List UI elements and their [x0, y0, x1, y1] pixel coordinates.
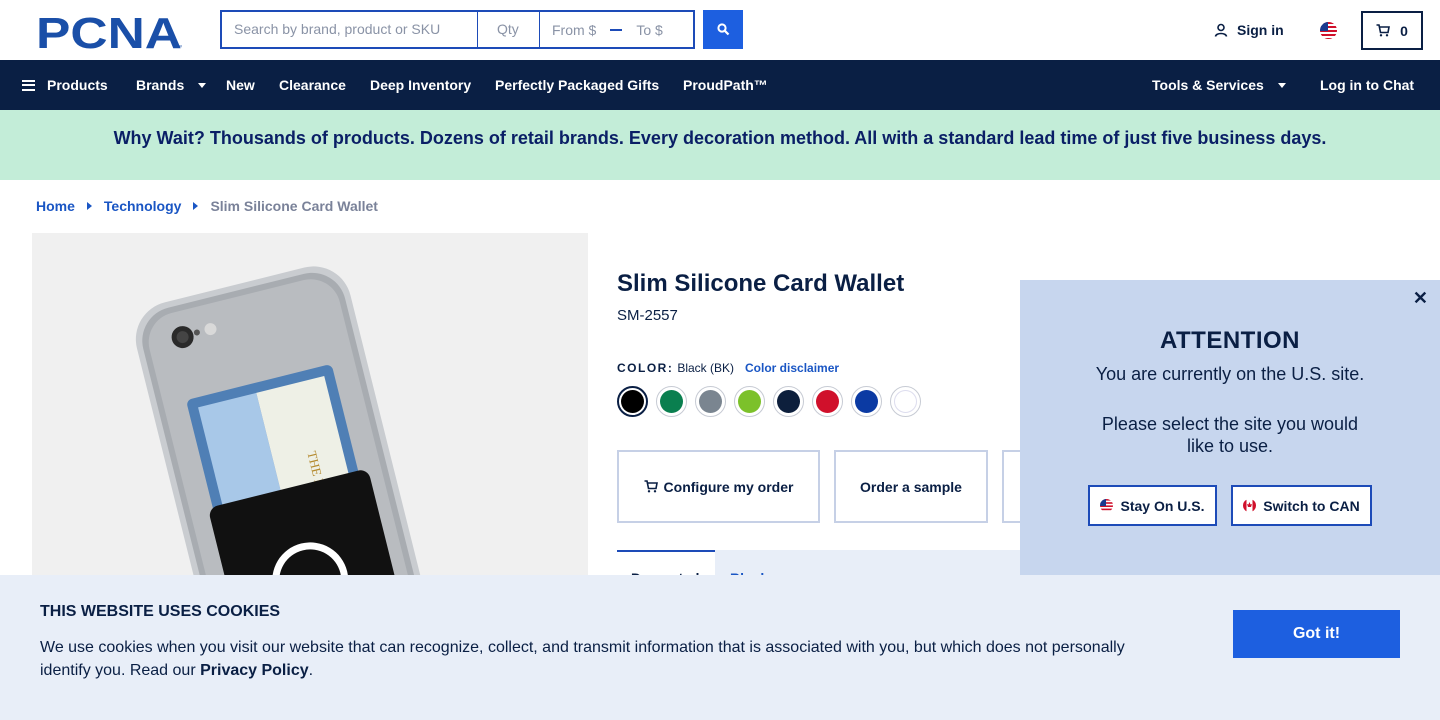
search-icon: [716, 23, 729, 36]
us-flag-icon[interactable]: [1320, 22, 1337, 39]
chevron-down-icon: [1277, 82, 1286, 88]
nav-new-label: New: [226, 77, 255, 93]
nav-deep-inventory[interactable]: Deep Inventory: [370, 60, 471, 110]
chevron-right-icon: [86, 202, 92, 210]
swatch-gray[interactable]: [695, 386, 726, 417]
cookie-period: .: [308, 662, 314, 679]
swatch-lime[interactable]: [734, 386, 765, 417]
pcna-logo[interactable]: PCNA ™: [36, 9, 184, 58]
product-sku: SM-2557: [617, 307, 678, 324]
nav-new[interactable]: New: [226, 60, 255, 110]
product-image[interactable]: THE ROYAL: [32, 233, 588, 633]
breadcrumb: Home Technology Slim Silicone Card Walle…: [36, 198, 378, 214]
nav-tools-services[interactable]: Tools & Services: [1152, 60, 1286, 110]
qty-input[interactable]: Qty: [478, 10, 540, 49]
nav-deep-inventory-label: Deep Inventory: [370, 77, 472, 93]
swatch-dot: [699, 390, 722, 413]
search-bar: Search by brand, product or SKU Qty From…: [220, 10, 743, 49]
swatch-green[interactable]: [656, 386, 687, 417]
color-value: Black (BK): [677, 361, 735, 375]
cookie-title: THIS WEBSITE USES COOKIES: [40, 603, 281, 620]
swatch-black[interactable]: [617, 386, 648, 417]
cart-count: 0: [1400, 22, 1408, 39]
attention-select-site: Please select the site you would like to…: [1101, 414, 1359, 456]
close-icon[interactable]: ✕: [1413, 288, 1428, 309]
swatch-dot: [894, 390, 917, 413]
promo-banner: Why Wait? Thousands of products. Dozens …: [0, 110, 1440, 180]
got-it-button[interactable]: Got it!: [1233, 610, 1400, 658]
swatch-royal-blue[interactable]: [851, 386, 882, 417]
stay-us-label: Stay On U.S.: [1120, 497, 1205, 514]
nav-proudpath[interactable]: ProudPath™: [683, 60, 768, 110]
color-swatches: [617, 386, 921, 417]
privacy-policy-link[interactable]: Privacy Policy: [200, 662, 309, 679]
cart-button[interactable]: 0: [1361, 11, 1423, 50]
price-range: From $ To $: [540, 10, 695, 49]
switch-can-button[interactable]: Switch to CAN: [1231, 485, 1372, 526]
stay-us-button[interactable]: Stay On U.S.: [1088, 485, 1217, 526]
menu-icon: [22, 79, 35, 91]
sign-in-label: Sign in: [1237, 22, 1284, 38]
swatch-dot: [777, 390, 800, 413]
nav-brands-label: Brands: [136, 77, 185, 93]
cookie-text: We use cookies when you visit our websit…: [40, 636, 1150, 682]
us-flag-icon: [1100, 499, 1114, 512]
main-nav: Products Brands New Clearance Deep Inven…: [0, 60, 1440, 110]
product-title: Slim Silicone Card Wallet: [617, 270, 905, 297]
search-input[interactable]: Search by brand, product or SKU: [220, 10, 478, 49]
swatch-dot: [660, 390, 683, 413]
nav-chat-label: Log in to Chat: [1320, 77, 1415, 93]
price-to-input[interactable]: To $: [636, 22, 662, 38]
search-button[interactable]: [703, 10, 743, 49]
breadcrumb-technology[interactable]: Technology: [104, 198, 182, 214]
nav-perfectly-packaged-gifts[interactable]: Perfectly Packaged Gifts: [495, 60, 659, 110]
cart-icon: [644, 480, 658, 493]
promo-banner-text: Why Wait? Thousands of products. Dozens …: [113, 128, 1327, 148]
nav-login-chat[interactable]: Log in to Chat: [1320, 60, 1414, 110]
breadcrumb-home[interactable]: Home: [36, 198, 75, 214]
nav-proudpath-label: ProudPath™: [683, 77, 768, 93]
order-sample-button[interactable]: Order a sample: [834, 450, 988, 523]
nav-clearance[interactable]: Clearance: [279, 60, 346, 110]
site-header: PCNA ™ Search by brand, product or SKU Q…: [0, 0, 1440, 60]
nav-products[interactable]: Products: [22, 60, 108, 110]
price-from-input[interactable]: From $: [552, 22, 596, 38]
swatch-navy[interactable]: [773, 386, 804, 417]
configure-order-button[interactable]: Configure my order: [617, 450, 820, 523]
color-label: COLOR:: [617, 361, 674, 375]
range-dash: [610, 28, 623, 31]
nav-products-label: Products: [47, 77, 108, 93]
nav-brands[interactable]: Brands: [136, 60, 207, 110]
nav-tools-label: Tools & Services: [1152, 77, 1264, 93]
switch-can-label: Switch to CAN: [1263, 497, 1360, 514]
color-row: COLOR: Black (BK) Color disclaimer: [617, 361, 839, 375]
user-icon: [1214, 23, 1228, 37]
svg-text:™: ™: [176, 44, 182, 50]
color-disclaimer-link[interactable]: Color disclaimer: [745, 361, 839, 375]
breadcrumb-current: Slim Silicone Card Wallet: [210, 198, 378, 214]
cart-icon: [1376, 24, 1391, 37]
nav-clearance-label: Clearance: [279, 77, 346, 93]
sign-in-link[interactable]: Sign in: [1214, 22, 1284, 38]
swatch-dot: [816, 390, 839, 413]
chevron-right-icon: [193, 202, 199, 210]
attention-current-site: You are currently on the U.S. site.: [1095, 364, 1365, 384]
swatch-red[interactable]: [812, 386, 843, 417]
configure-order-label: Configure my order: [663, 478, 794, 495]
order-sample-label: Order a sample: [860, 478, 962, 495]
nav-gifts-label: Perfectly Packaged Gifts: [495, 77, 660, 93]
swatch-dot: [855, 390, 878, 413]
attention-title: ATTENTION: [1159, 327, 1301, 354]
site-selection-modal: ✕ ATTENTION You are currently on the U.S…: [1020, 280, 1440, 575]
cookie-banner: THIS WEBSITE USES COOKIES We use cookies…: [0, 575, 1440, 720]
swatch-dot: [621, 390, 644, 413]
canada-flag-icon: [1243, 499, 1257, 512]
chevron-down-icon: [198, 82, 207, 88]
product-actions: Configure my order Order a sample: [617, 450, 1042, 523]
swatch-dot: [738, 390, 761, 413]
logo-text: PCNA: [36, 12, 182, 50]
swatch-white[interactable]: [890, 386, 921, 417]
